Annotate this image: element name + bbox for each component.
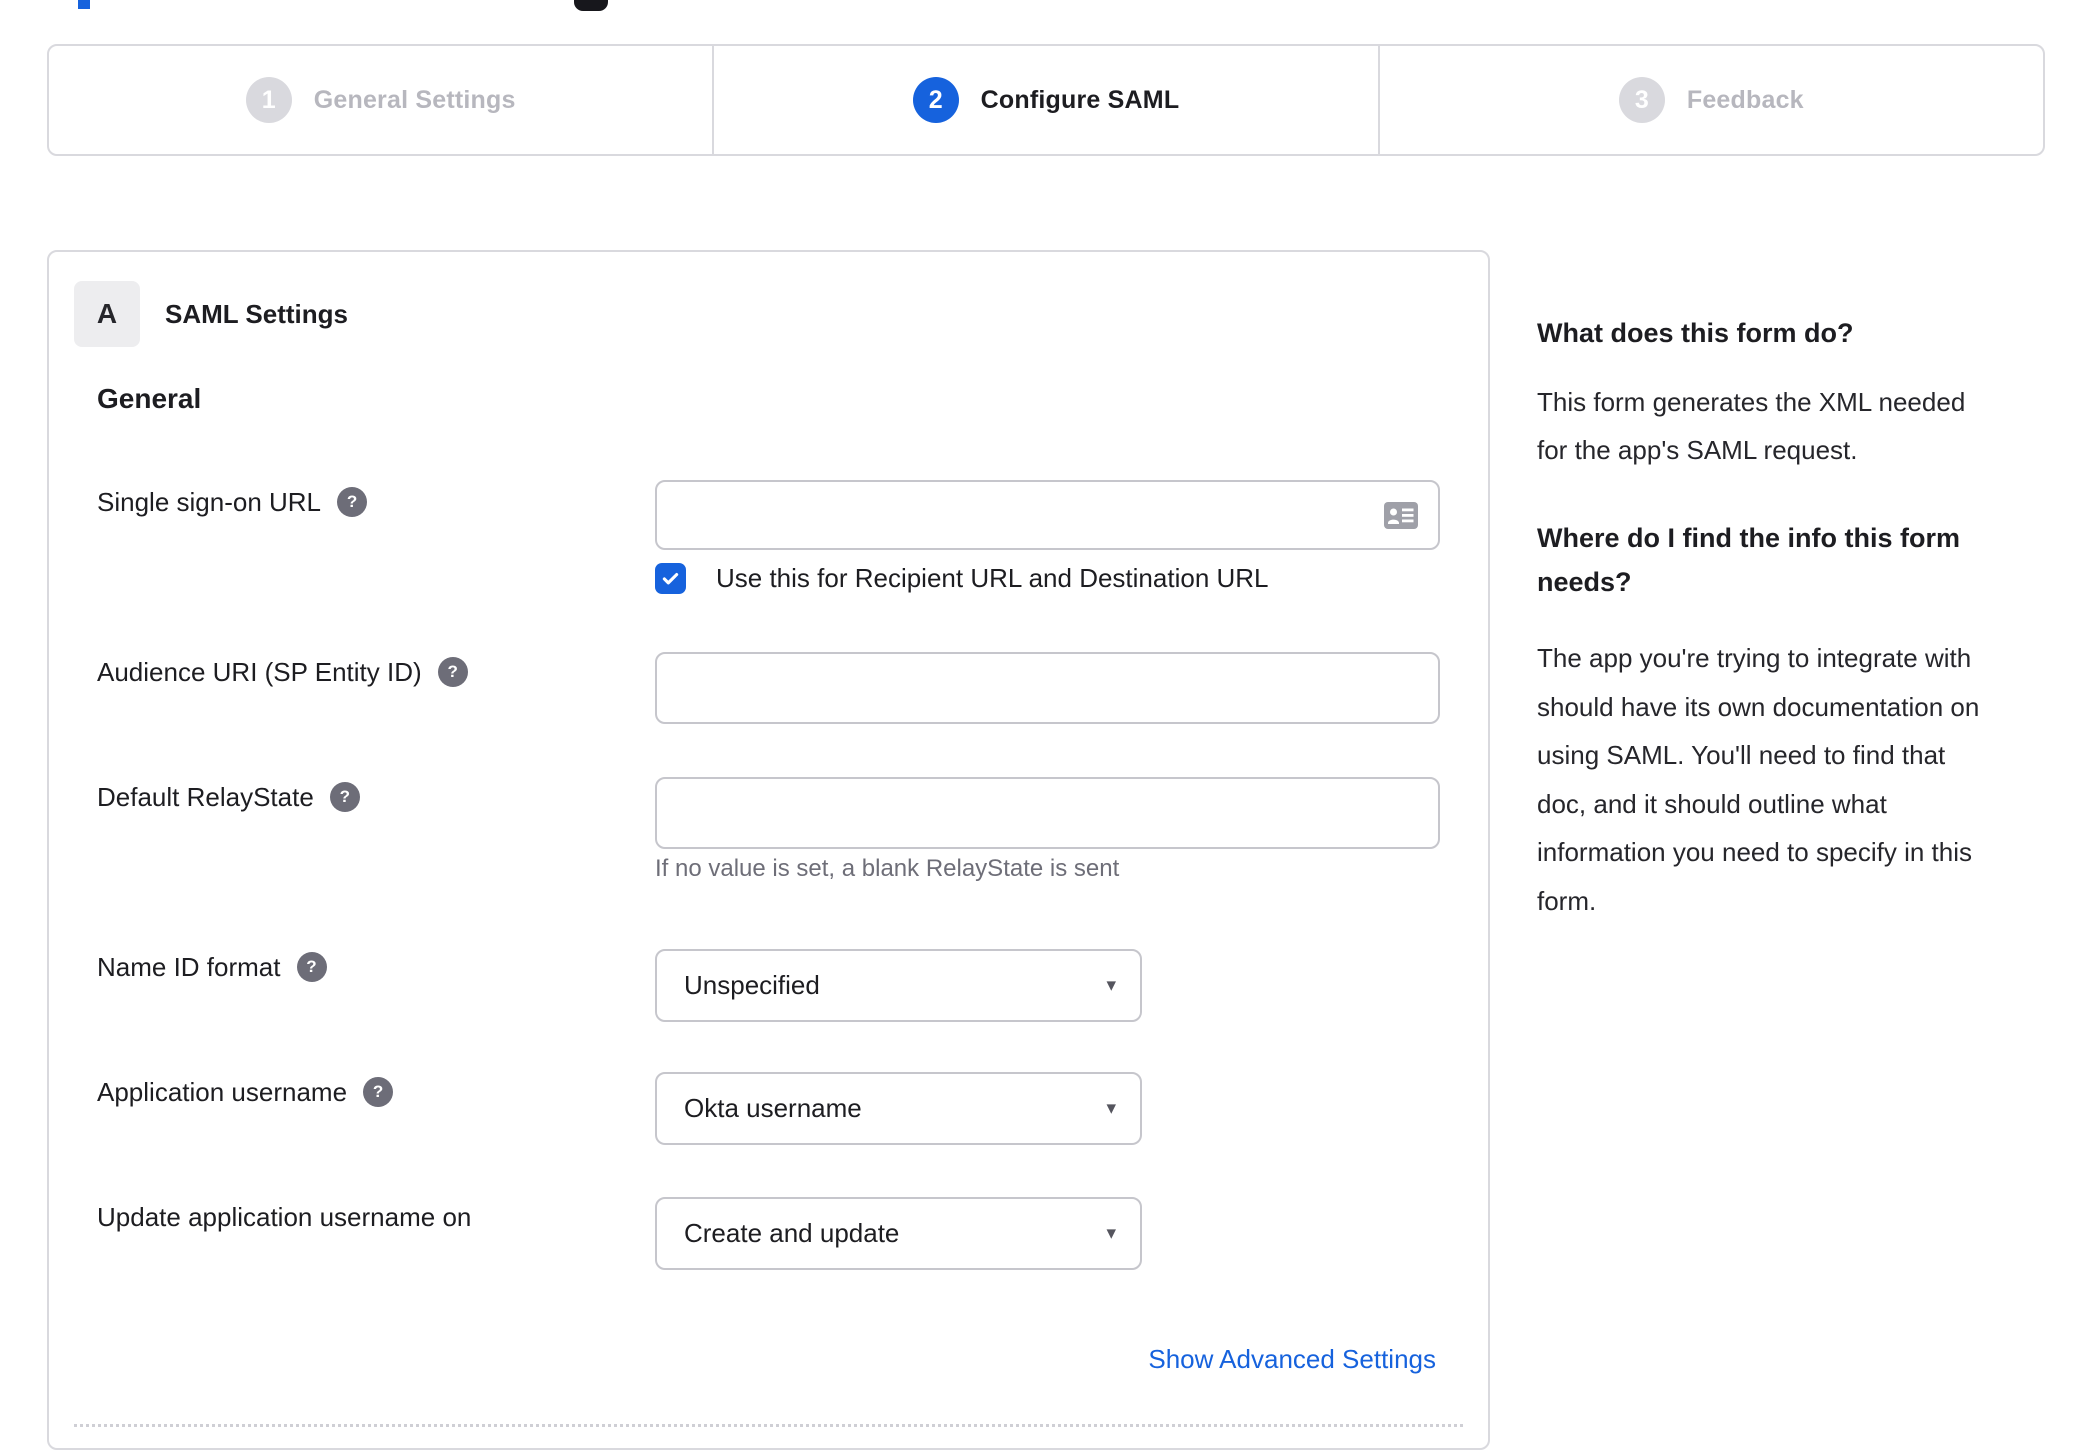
application-username-label: Application username ?: [97, 1068, 394, 1116]
recipient-url-checkbox-label: Use this for Recipient URL and Destinati…: [716, 562, 1269, 593]
checkmark-icon: [662, 572, 679, 584]
general-group-heading: General: [97, 383, 202, 414]
clipped-header-fragment-blue: [78, 0, 90, 9]
chevron-down-icon: ▾: [1106, 1097, 1116, 1119]
name-id-format-select[interactable]: Unspecified ▾: [655, 949, 1142, 1022]
chevron-down-icon: ▾: [1106, 974, 1116, 996]
relay-state-input-wrap: [655, 777, 1440, 849]
relay-state-helper-text: If no value is set, a blank RelayState i…: [655, 855, 1120, 882]
name-id-format-value: Unspecified: [684, 970, 820, 1000]
wizard-stepper: 1 General Settings 2 Configure SAML 3 Fe…: [47, 44, 2045, 156]
name-id-format-label: Name ID format ?: [97, 943, 327, 991]
help-answer-1: This form generates the XML needed for t…: [1537, 387, 1966, 465]
sso-url-label-text: Single sign-on URL: [97, 486, 322, 517]
application-username-label-text: Application username: [97, 1076, 348, 1107]
sso-url-input-wrap: [655, 480, 1440, 550]
help-icon[interactable]: ?: [296, 952, 327, 982]
step-label: General Settings: [313, 85, 516, 114]
help-question-2: Where do I find the info this form needs…: [1537, 523, 1960, 597]
sso-url-label: Single sign-on URL ?: [97, 478, 368, 526]
application-username-select[interactable]: Okta username ▾: [655, 1072, 1142, 1145]
help-icon[interactable]: ?: [329, 782, 360, 812]
update-username-label: Update application username on: [97, 1193, 471, 1241]
step-configure-saml[interactable]: 2 Configure SAML: [712, 44, 1380, 156]
application-username-value: Okta username: [684, 1093, 862, 1123]
update-username-select[interactable]: Create and update ▾: [655, 1197, 1142, 1270]
step-number-badge: 2: [912, 77, 959, 123]
section-a-badge: A: [74, 281, 140, 347]
step-label: Configure SAML: [980, 85, 1180, 114]
help-icon[interactable]: ?: [337, 487, 368, 517]
step-general-settings[interactable]: 1 General Settings: [47, 44, 715, 156]
help-question-1: What does this form do?: [1537, 318, 1854, 348]
help-answer-2: The app you're trying to integrate with …: [1537, 643, 1980, 916]
relay-state-label-text: Default RelayState: [97, 781, 314, 812]
help-sidebar: What does this form do? This form genera…: [1537, 318, 2049, 925]
sso-url-input[interactable]: [655, 480, 1440, 550]
show-advanced-settings-link[interactable]: Show Advanced Settings: [1148, 1344, 1436, 1375]
relay-state-label: Default RelayState ?: [97, 773, 360, 821]
help-icon[interactable]: ?: [437, 657, 468, 687]
audience-uri-input-wrap: [655, 652, 1440, 724]
clipped-header-fragment-dark: [574, 0, 608, 11]
contact-card-icon: [1384, 502, 1418, 529]
audience-uri-input[interactable]: [655, 652, 1440, 724]
audience-uri-label: Audience URI (SP Entity ID) ?: [97, 648, 468, 696]
step-number-badge: 1: [245, 77, 292, 123]
saml-settings-panel: A SAML Settings General Single sign-on U…: [47, 250, 1490, 1450]
section-title: SAML Settings: [165, 299, 348, 329]
audience-uri-label-text: Audience URI (SP Entity ID): [97, 656, 422, 687]
help-icon[interactable]: ?: [363, 1077, 394, 1107]
step-feedback[interactable]: 3 Feedback: [1377, 44, 2045, 156]
chevron-down-icon: ▾: [1106, 1222, 1116, 1244]
recipient-url-checkbox[interactable]: [655, 562, 686, 594]
step-label: Feedback: [1686, 85, 1804, 114]
name-id-format-label-text: Name ID format: [97, 951, 281, 982]
update-username-value: Create and update: [684, 1218, 900, 1248]
step-number-badge: 3: [1618, 77, 1665, 123]
update-username-label-text: Update application username on: [97, 1201, 472, 1232]
relay-state-input[interactable]: [655, 777, 1440, 849]
recipient-url-checkbox-row: Use this for Recipient URL and Destinati…: [655, 562, 1269, 594]
